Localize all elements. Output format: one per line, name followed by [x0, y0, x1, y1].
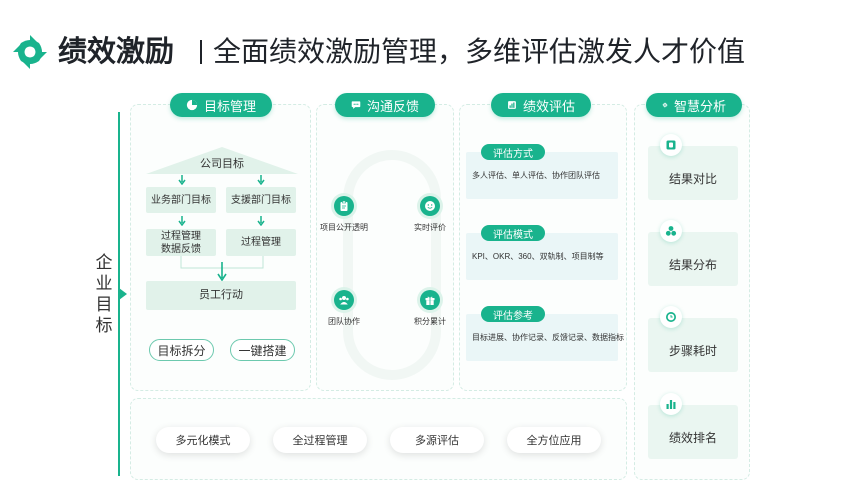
side-arrow-icon	[119, 288, 127, 300]
node-label-team-collab: 团队协作	[328, 317, 360, 326]
eval-mode-tag: 评估模式	[481, 225, 545, 241]
employee-action-box: 员工行动	[146, 281, 296, 310]
panel-feedback-header: 沟通反馈	[335, 93, 435, 117]
gift-icon	[420, 290, 440, 310]
panel-evaluation-title: 绩效评估	[522, 98, 575, 114]
compare-icon	[660, 134, 682, 156]
side-label: 企业目标	[95, 253, 113, 335]
bottom-diverse-modes: 多元化模式	[156, 427, 250, 453]
goal-split-button[interactable]: 目标拆分	[149, 339, 214, 361]
analysis-label-compare: 结果对比	[668, 172, 717, 186]
clipboard-icon	[334, 196, 354, 216]
distribution-icon	[660, 220, 682, 242]
eval-reference-text: 目标进展、协作记录、反馈记录、数据指标	[472, 333, 624, 342]
one-click-build-button[interactable]: 一键搭建	[230, 339, 295, 361]
panel-analysis-title: 智慧分析	[673, 98, 726, 114]
panel-analysis-header: 智慧分析	[646, 93, 742, 117]
analysis-label-ranking: 绩效排名	[668, 431, 717, 445]
business-dept-goal: 业务部门目标	[146, 187, 216, 213]
process-mgmt-data-feedback: 过程管理 数据反馈	[146, 229, 216, 256]
panel-evaluation-header: 绩效评估	[491, 93, 591, 117]
eval-method-text: 多人评估、单人评估、协作团队评估	[472, 171, 600, 180]
node-label-points: 积分累计	[414, 317, 446, 326]
pie-icon	[186, 99, 198, 111]
logo-icon	[13, 35, 47, 69]
panel-goal-title: 目标管理	[203, 98, 256, 114]
eval-reference-tag: 评估参考	[481, 306, 545, 322]
arrow-down-icon	[257, 175, 265, 185]
data-feedback-line: 数据反馈	[161, 243, 201, 255]
ranking-icon	[660, 393, 682, 415]
bottom-multi-source: 多源评估	[390, 427, 484, 453]
page-slogan: 全面绩效激励管理，多维评估激发人才价值	[213, 36, 746, 67]
panel-goal-header: 目标管理	[170, 93, 272, 117]
support-dept-goal: 支援部门目标	[226, 187, 296, 213]
eval-mode-text: KPI、OKR、360、双轨制、项目制等	[472, 252, 604, 261]
title-divider	[200, 40, 202, 64]
panel-feedback-title: 沟通反馈	[366, 98, 419, 114]
node-label-realtime-review: 实时评价	[414, 223, 446, 232]
company-goal-label: 公司目标	[200, 158, 244, 170]
analysis-label-distribution: 结果分布	[668, 258, 717, 272]
clock-icon	[660, 306, 682, 328]
bottom-full-process: 全过程管理	[273, 427, 367, 453]
feedback-loop	[343, 150, 441, 380]
chat-icon	[351, 101, 361, 109]
arrow-down-icon	[178, 175, 186, 185]
bottom-all-round: 全方位应用	[507, 427, 601, 453]
node-label-transparency: 项目公开透明	[320, 223, 368, 232]
arrow-down-icon	[257, 216, 265, 226]
team-icon	[334, 290, 354, 310]
analysis-label-step-time: 步骤耗时	[668, 344, 717, 358]
chart-icon	[508, 101, 516, 109]
process-mgmt-box: 过程管理	[226, 229, 296, 256]
arrow-down-icon	[178, 216, 186, 226]
gear-icon	[662, 102, 668, 108]
smile-icon	[420, 196, 440, 216]
merge-connector	[180, 256, 264, 282]
eval-method-tag: 评估方式	[481, 144, 545, 160]
process-mgmt-line: 过程管理	[161, 230, 201, 242]
brand-title: 绩效激励	[58, 36, 175, 68]
